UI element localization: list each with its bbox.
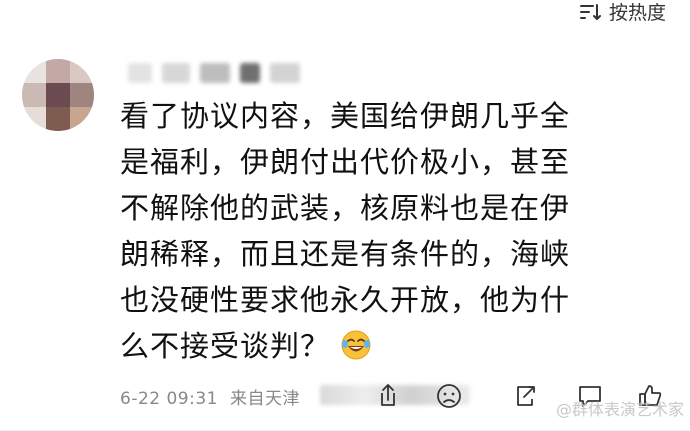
comment-meta: 6-22 09:31 来自天津 xyxy=(120,384,300,409)
laughing-tears-emoji xyxy=(340,328,372,360)
comment-line: 看了协议内容，美国给伊朗几乎全 xyxy=(120,99,571,133)
timestamp: 6-22 09:31 xyxy=(120,389,218,409)
comment-line: 也没硬性要求他永久开放，他为什 xyxy=(120,283,571,317)
comment-line: 是福利，伊朗付出代价极小，甚至 xyxy=(120,145,571,179)
comment-card: 按热度 看了协议内容，美国给伊朗几乎全 是福利，伊朗付出代价极小，甚至 不解除他… xyxy=(0,0,690,431)
avatar[interactable] xyxy=(22,59,94,131)
dislike-face-icon[interactable] xyxy=(434,381,464,411)
reply-icon[interactable] xyxy=(510,381,540,411)
watermark: @群体表演艺术家 xyxy=(555,400,684,419)
comment-line-last: 么不接受谈判？ xyxy=(120,323,680,369)
sort-by-hotness-button[interactable]: 按热度 xyxy=(579,0,666,25)
location: 来自天津 xyxy=(229,389,300,409)
comment-text: 看了协议内容，美国给伊朗几乎全 是福利，伊朗付出代价极小，甚至 不解除他的武装，… xyxy=(120,93,680,369)
username-blurred[interactable] xyxy=(128,63,300,83)
comment-line: 朗稀释，而且还是有条件的，海峡 xyxy=(120,237,571,271)
share-icon[interactable] xyxy=(373,381,403,411)
comment-line: 不解除他的武装，核原料也是在伊 xyxy=(120,191,571,225)
comment-line-text: 么不接受谈判？ xyxy=(120,329,331,363)
sort-icon xyxy=(579,2,601,22)
sort-label: 按热度 xyxy=(608,2,666,24)
